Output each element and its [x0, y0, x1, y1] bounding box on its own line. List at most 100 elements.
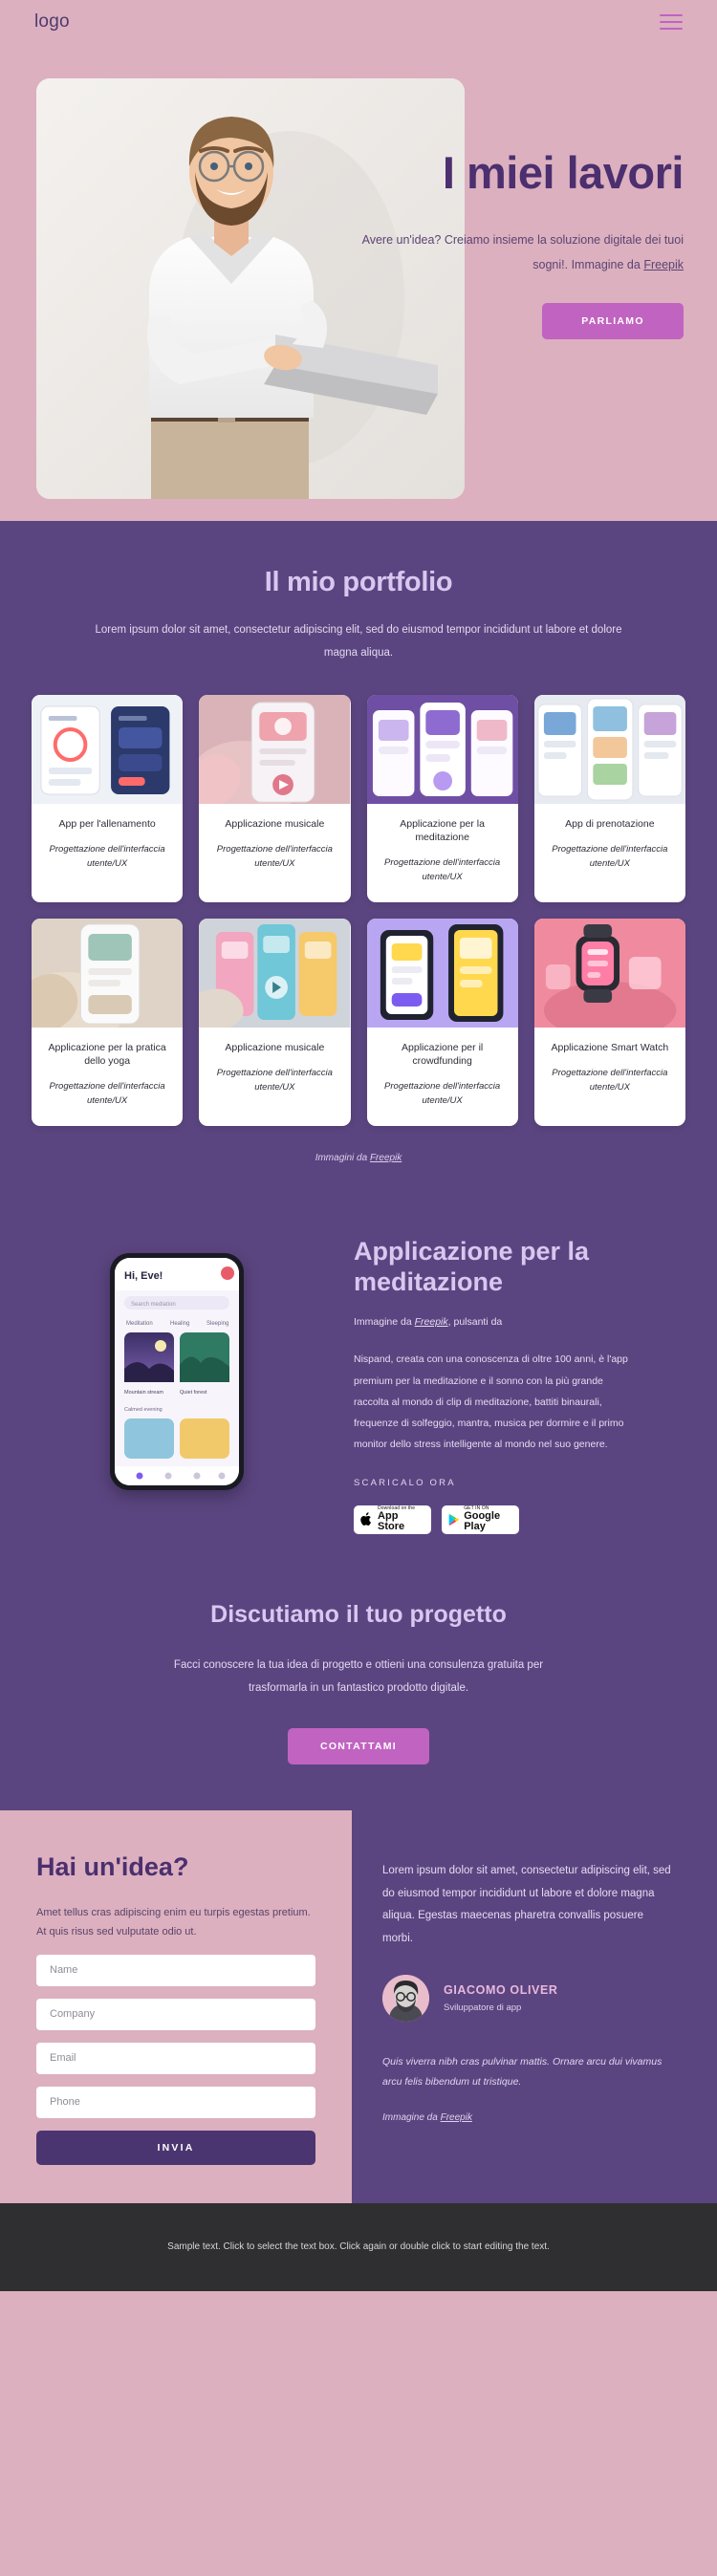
- hamburger-line: [660, 28, 683, 30]
- testimonial-credit: Immagine da Freepik: [382, 2112, 677, 2123]
- hero-subtitle: Avere un'idea? Creiamo insieme la soluzi…: [354, 228, 684, 277]
- portfolio-card-title: App di prenotazione: [565, 818, 655, 831]
- testimonial-credit-text: Immagine da: [382, 2112, 441, 2124]
- name-input[interactable]: [36, 1954, 315, 1986]
- portfolio-card-title: Applicazione musicale: [225, 818, 325, 831]
- google-play-icon: [448, 1513, 459, 1526]
- portfolio-card-meta: Progettazione dell'interfaccia utente/UX: [552, 844, 668, 870]
- portfolio-card-title: Applicazione per il crowdfunding: [402, 1041, 484, 1068]
- contact-section: Hai un'idea? Amet tellus cras adipiscing…: [0, 1809, 717, 2203]
- download-label: SCARICALO ORA: [354, 1477, 456, 1488]
- google-play-badge-text: GET IN ON Google Play: [464, 1505, 512, 1533]
- testimonial-freepik-link[interactable]: Freepik: [441, 2112, 472, 2123]
- app-store-big-label: App Store: [378, 1509, 405, 1533]
- testimonial-role: Sviluppatore di app: [444, 2002, 522, 2014]
- meditation-title: Applicazione per la meditazione: [354, 1236, 590, 1297]
- meditation-freepik-link[interactable]: Freepik: [415, 1316, 448, 1328]
- portfolio-card-body: Applicazione musicale Progettazione dell…: [199, 1028, 350, 1113]
- music-app-hand-image: [199, 695, 351, 805]
- hero-subtitle-text: Avere un'idea? Creiamo insieme la soluzi…: [361, 233, 684, 271]
- testimonial-quote: Quis viverra nibh cras pulvinar mattis. …: [382, 2056, 663, 2088]
- portfolio-card-body: Applicazione per la pratica dello yoga P…: [32, 1028, 183, 1126]
- meditation-image-column: Hi, Eve! Search mediation Meditation Hea…: [0, 1236, 354, 1534]
- submit-button[interactable]: INVIA: [36, 2130, 315, 2165]
- testimonial-name: GIACOMO OLIVER: [444, 1983, 558, 1998]
- portfolio-image-credit: Immagini da Freepik: [0, 1153, 717, 1163]
- hero-section: logo I miei lavori Avere un'idea? Creiam…: [0, 0, 717, 521]
- hamburger-menu-icon[interactable]: [660, 14, 683, 30]
- fitness-app-screens-image: [32, 695, 184, 805]
- meditation-app-screens-image: [366, 695, 518, 805]
- portfolio-card[interactable]: App di prenotazione Progettazione dell'i…: [533, 695, 685, 902]
- portfolio-card-body: Applicazione per la meditazione Progetta…: [367, 804, 518, 902]
- contact-cta-button[interactable]: CONTATTAMI: [288, 1727, 429, 1764]
- portfolio-card-meta: Progettazione dell'interfaccia utente/UX: [384, 1081, 501, 1106]
- hamburger-line: [660, 21, 683, 23]
- svg-text:Healing: Healing: [170, 1321, 189, 1327]
- booking-app-screens-image: [533, 695, 685, 805]
- phone-mockup: Hi, Eve! Search mediation Meditation Hea…: [110, 1252, 244, 1490]
- meditation-app-screen-image: Hi, Eve! Search mediation Meditation Hea…: [115, 1257, 239, 1485]
- avatar: [382, 1975, 429, 2023]
- portfolio-card-meta: Progettazione dell'interfaccia utente/UX: [49, 844, 165, 870]
- store-badges: Download on the App Store GET IN ON Goog…: [354, 1504, 631, 1534]
- portfolio-card[interactable]: Applicazione per il crowdfunding Progett…: [366, 918, 518, 1126]
- portfolio-card-meta: Progettazione dell'interfaccia utente/UX: [216, 844, 333, 870]
- hero-title: I miei lavori: [442, 147, 684, 198]
- meditation-text-column: Applicazione per la meditazione Immagine…: [354, 1236, 674, 1534]
- portfolio-card[interactable]: Applicazione per la pratica dello yoga P…: [32, 918, 184, 1126]
- phone-input[interactable]: [36, 2086, 315, 2118]
- meditation-section: Hi, Eve! Search mediation Meditation Hea…: [0, 1195, 717, 1584]
- portfolio-card[interactable]: App per l'allenamento Progettazione dell…: [32, 695, 184, 902]
- apple-icon: [360, 1512, 371, 1526]
- svg-text:Sleeping: Sleeping: [206, 1321, 228, 1327]
- hero-freepik-link[interactable]: Freepik: [643, 258, 684, 271]
- portfolio-card-meta: Progettazione dell'interfaccia utente/UX: [384, 857, 501, 883]
- app-store-badge[interactable]: Download on the App Store: [354, 1504, 431, 1534]
- portfolio-card[interactable]: Applicazione musicale Progettazione dell…: [199, 918, 351, 1126]
- meditation-credit-before: Immagine da: [354, 1316, 415, 1329]
- svg-text:Hi, Eve!: Hi, Eve!: [124, 1270, 163, 1282]
- testimonial-panel: Lorem ipsum dolor sit amet, consectetur …: [352, 1810, 717, 2203]
- discuss-section: Discutiamo il tuo progetto Facci conosce…: [0, 1583, 717, 1810]
- hero-content: I miei lavori Avere un'idea? Creiamo ins…: [0, 44, 717, 521]
- portfolio-card[interactable]: Applicazione musicale Progettazione dell…: [199, 695, 351, 902]
- portfolio-section: Il mio portfolio Lorem ipsum dolor sit a…: [0, 521, 717, 1196]
- yoga-app-hand-image: [32, 918, 184, 1028]
- portfolio-card-body: Applicazione per il crowdfunding Progett…: [367, 1028, 518, 1126]
- testimonial-identity: GIACOMO OLIVER Sviluppatore di app: [444, 1983, 558, 2013]
- portfolio-title: Il mio portfolio: [264, 567, 453, 597]
- footer-text: Sample text. Click to select the text bo…: [167, 2241, 550, 2253]
- portfolio-freepik-link[interactable]: Freepik: [370, 1153, 402, 1163]
- svg-text:Mountain stream: Mountain stream: [124, 1390, 163, 1396]
- portfolio-card[interactable]: Applicazione Smart Watch Progettazione d…: [533, 918, 685, 1126]
- music-app-colorful-image: [199, 918, 351, 1028]
- footer: Sample text. Click to select the text bo…: [0, 2202, 717, 2291]
- testimonial-body: Lorem ipsum dolor sit amet, consectetur …: [382, 1864, 671, 1944]
- email-input[interactable]: [36, 2042, 315, 2074]
- discuss-title: Discutiamo il tuo progetto: [210, 1600, 507, 1628]
- landing-page: logo I miei lavori Avere un'idea? Creiam…: [0, 0, 717, 2576]
- discuss-subtitle: Facci conoscere la tua idea di progetto …: [173, 1658, 544, 1694]
- top-navigation-bar: logo: [0, 0, 717, 44]
- google-play-badge[interactable]: GET IN ON Google Play: [442, 1504, 519, 1534]
- hero-cta-button[interactable]: PARLIAMO: [542, 302, 684, 339]
- contact-form-panel: Hai un'idea? Amet tellus cras adipiscing…: [0, 1809, 352, 2203]
- portfolio-card-title: Applicazione Smart Watch: [551, 1041, 669, 1053]
- site-logo[interactable]: logo: [34, 11, 70, 32]
- portfolio-card-title: Applicazione per la meditazione: [400, 818, 485, 844]
- meditation-credit: Immagine da Freepik, pulsanti da: [354, 1316, 631, 1328]
- testimonial-person: GIACOMO OLIVER Sviluppatore di app: [382, 1975, 677, 2023]
- portfolio-card-title: Applicazione musicale: [225, 1041, 325, 1053]
- portfolio-grid: App per l'allenamento Progettazione dell…: [32, 695, 685, 1126]
- portfolio-card-body: Applicazione Smart Watch Progettazione d…: [534, 1028, 685, 1113]
- portfolio-subtitle: Lorem ipsum dolor sit amet, consectetur …: [95, 624, 622, 659]
- portfolio-card-meta: Progettazione dell'interfaccia utente/UX: [552, 1068, 668, 1093]
- portfolio-card[interactable]: Applicazione per la meditazione Progetta…: [366, 695, 518, 902]
- portfolio-card-meta: Progettazione dell'interfaccia utente/UX: [49, 1081, 165, 1106]
- meditation-body: Nispand, creata con una conoscenza di ol…: [354, 1353, 628, 1450]
- portfolio-card-title: App per l'allenamento: [58, 818, 156, 831]
- company-input[interactable]: [36, 1998, 315, 2030]
- hamburger-line: [660, 14, 683, 16]
- svg-text:Calmed evening: Calmed evening: [124, 1407, 163, 1413]
